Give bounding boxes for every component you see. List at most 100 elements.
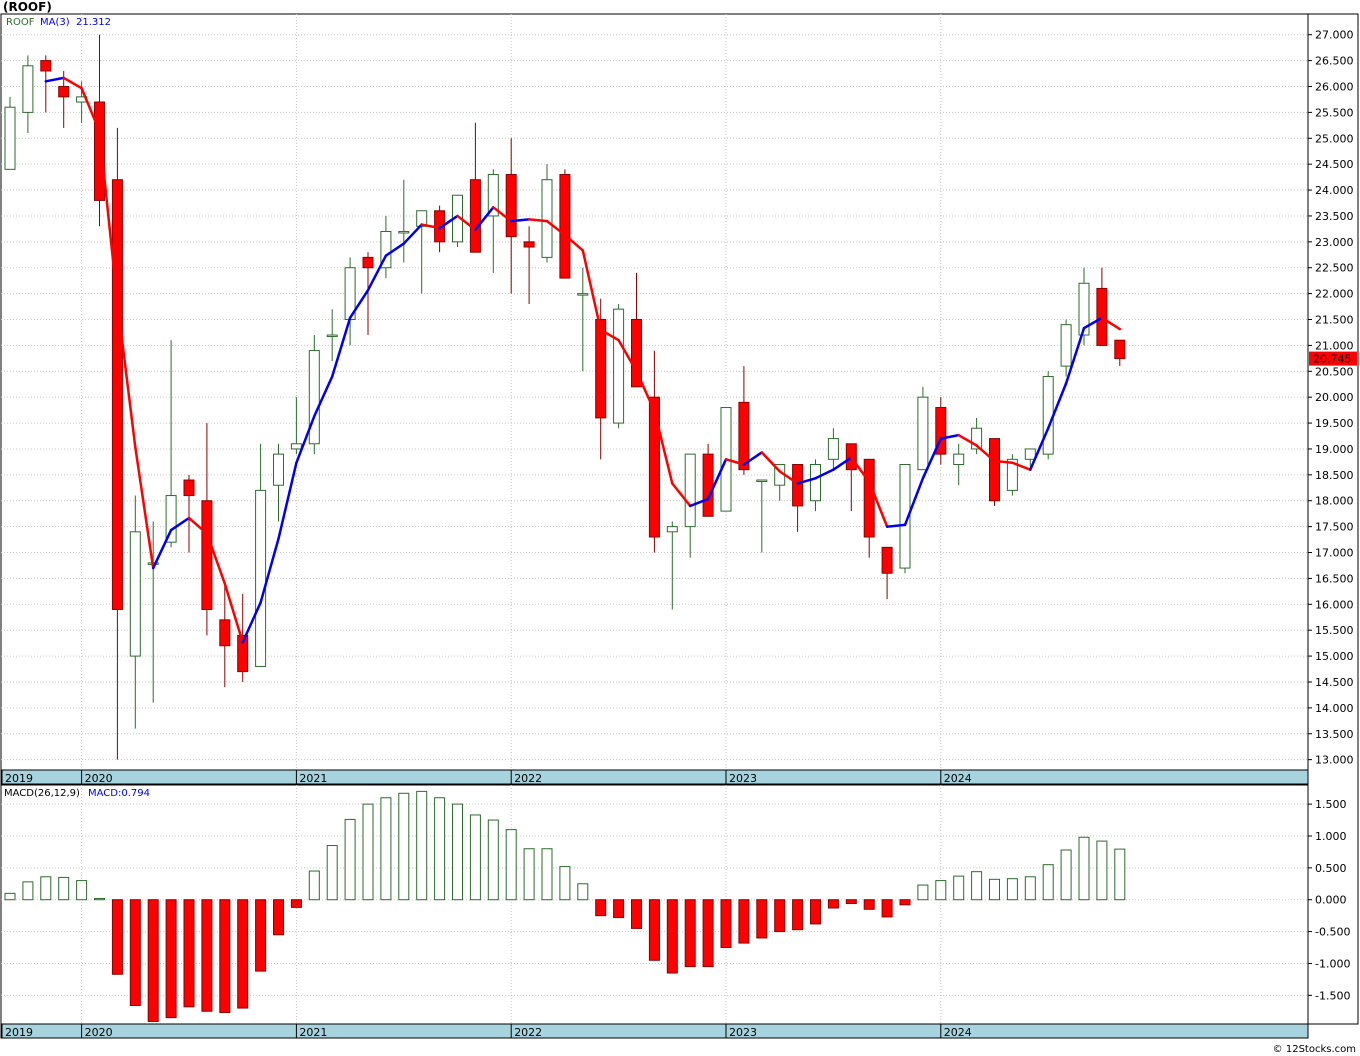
date-axis-label: 2021	[299, 1026, 327, 1039]
macd-bar	[1006, 878, 1018, 901]
price-y-tick-label: 14.500	[1315, 676, 1354, 689]
candle-body	[1024, 448, 1036, 460]
price-y-tick-label: 22.000	[1315, 288, 1354, 301]
macd-bar	[398, 792, 410, 901]
date-axis-label: 2024	[944, 772, 972, 785]
price-y-tick-label: 24.000	[1315, 184, 1354, 197]
price-legend-symbol: ROOF	[6, 17, 35, 28]
macd-y-tick-label: 1.000	[1315, 830, 1347, 843]
date-axis-band	[0, 769, 1309, 785]
date-axis-label: 2024	[944, 1026, 972, 1039]
candle-body	[827, 438, 839, 460]
macd-bar	[165, 899, 177, 1019]
candle-body	[953, 453, 965, 465]
date-axis-label: 2023	[729, 1026, 757, 1039]
macd-bar	[326, 845, 338, 901]
macd-y-tick-label: 0.000	[1315, 894, 1347, 907]
price-y-tick-label: 24.500	[1315, 158, 1354, 171]
candle-body	[1060, 324, 1072, 367]
date-axis-band	[0, 1023, 1309, 1039]
candle-body	[595, 319, 607, 419]
candle-body	[362, 256, 374, 269]
price-y-tick-label: 13.000	[1315, 754, 1354, 767]
macd-bar	[827, 899, 839, 909]
macd-bar	[111, 899, 123, 975]
macd-bar	[40, 876, 52, 901]
ma-line-segment	[993, 459, 1014, 465]
candle-body	[738, 401, 750, 471]
candle-body	[201, 500, 213, 610]
candle-body	[1042, 375, 1054, 455]
macd-y-tick-label: -0.500	[1315, 926, 1350, 939]
macd-bar	[810, 899, 821, 925]
macd-y-tick-label: -1.500	[1315, 989, 1350, 1002]
candle-body	[398, 230, 410, 234]
price-y-tick-label: 23.500	[1315, 210, 1354, 223]
copyright-notice: © 12Stocks.com	[1272, 1044, 1356, 1055]
macd-bar	[881, 899, 893, 918]
macd-bar	[845, 899, 857, 905]
macd-bar	[863, 899, 875, 910]
macd-bar	[523, 848, 535, 901]
candle-body	[559, 174, 571, 279]
price-y-tick-label: 25.000	[1315, 132, 1354, 145]
candle-body	[111, 179, 123, 610]
macd-legend-label: MACD(26,12,9)	[4, 788, 80, 799]
price-y-tick-label: 18.000	[1315, 495, 1354, 508]
candle-body	[4, 106, 16, 170]
macd-bar	[290, 899, 302, 908]
macd-bar	[899, 899, 911, 906]
candle-body	[577, 293, 589, 296]
macd-bar	[94, 897, 105, 901]
macd-bar	[792, 899, 804, 931]
macd-bar	[219, 899, 231, 1014]
macd-bar	[4, 892, 16, 901]
macd-bar	[487, 819, 499, 901]
candle-body	[183, 479, 195, 497]
price-y-tick-label: 27.000	[1315, 29, 1354, 42]
macd-bar	[953, 875, 965, 901]
candle-body	[94, 101, 105, 201]
candle-body	[469, 179, 481, 253]
macd-bar	[469, 814, 481, 901]
macd-bar	[434, 797, 446, 901]
stock-chart: 13.000 13.500 14.000 14.500 15.000 15.500 16.0…	[0, 13, 1359, 1039]
price-y-tick-label: 17.000	[1315, 547, 1354, 560]
macd-bar	[989, 878, 1000, 901]
candle-body	[863, 458, 875, 538]
candle-body	[40, 60, 52, 72]
candle-body	[917, 396, 929, 471]
candle-body	[290, 443, 302, 450]
candle-body	[541, 179, 553, 258]
ma-line-segment	[527, 218, 549, 223]
macd-bar	[1024, 876, 1036, 901]
candle-body	[613, 308, 625, 424]
macd-bar	[1114, 848, 1126, 901]
macd-bar	[756, 899, 768, 939]
candle-body	[792, 463, 804, 507]
ma-line-segment	[509, 218, 531, 223]
macd-bar	[273, 899, 284, 936]
macd-bar	[917, 884, 929, 901]
macd-bar	[1060, 849, 1072, 901]
macd-bar	[452, 803, 463, 901]
date-axis-label: 2022	[514, 772, 542, 785]
price-y-tick-label: 19.500	[1315, 417, 1354, 430]
macd-bar	[559, 866, 571, 901]
date-axis-label: 2019	[5, 772, 33, 785]
macd-bar	[738, 899, 750, 944]
price-y-tick-label: 23.000	[1315, 236, 1354, 249]
candle-body	[129, 531, 141, 657]
price-y-tick-label: 19.000	[1315, 443, 1354, 456]
macd-bar	[58, 876, 70, 901]
macd-bar	[971, 871, 983, 901]
macd-bar	[577, 883, 589, 901]
macd-bar	[648, 899, 660, 961]
macd-bar	[935, 880, 947, 901]
macd-bar	[416, 790, 428, 901]
date-axis-label: 2021	[299, 772, 327, 785]
candle-body	[219, 619, 231, 647]
macd-legend-value: MACD:0.794	[88, 788, 150, 799]
macd-bar	[76, 880, 88, 901]
price-y-tick-label: 21.000	[1315, 339, 1354, 352]
